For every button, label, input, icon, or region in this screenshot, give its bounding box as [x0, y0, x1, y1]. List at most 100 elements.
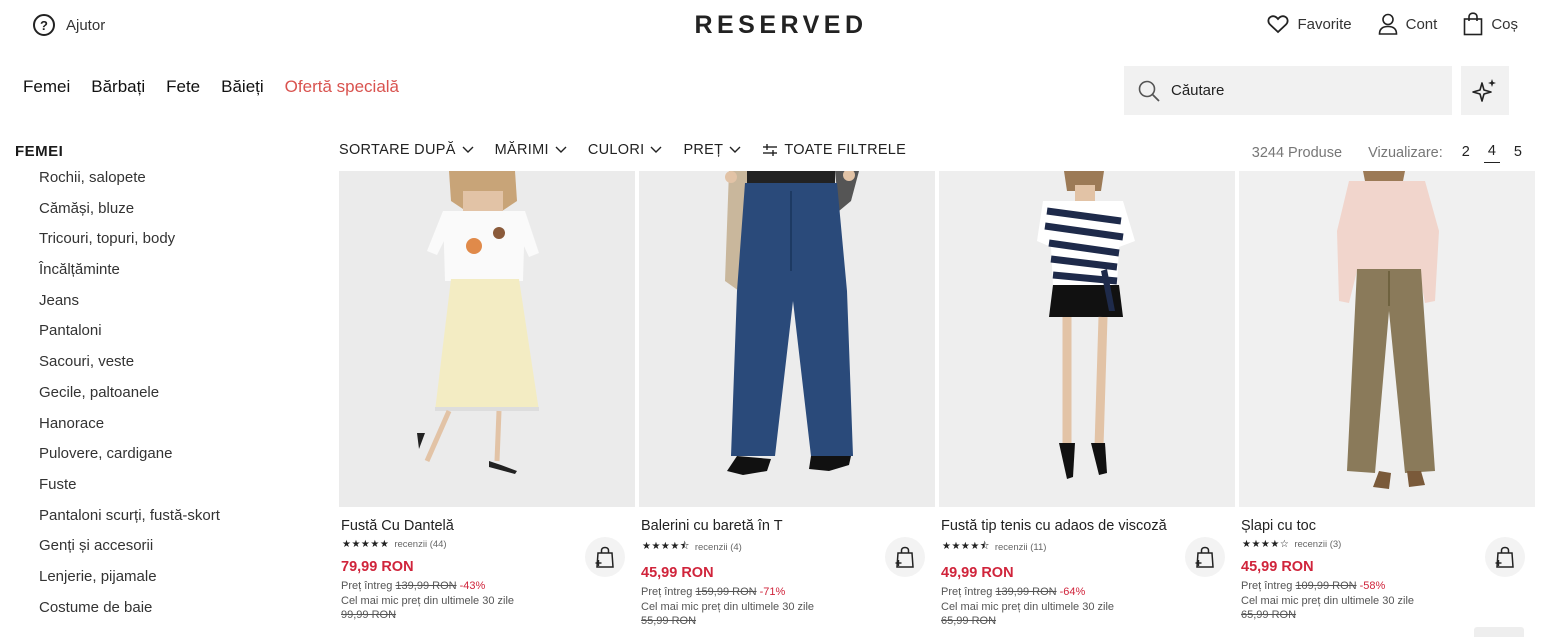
price-label: PREȚ: [683, 142, 724, 158]
listing-stats: 3244 Produse Vizualizare: 2 4 5: [1252, 143, 1529, 163]
product-image[interactable]: [1239, 171, 1535, 507]
review-count[interactable]: recenzii (11): [995, 542, 1047, 553]
full-price-label: Preț întreg: [1241, 580, 1293, 592]
product-image[interactable]: [939, 171, 1235, 507]
top-bar: ? Ajutor RESERVED Favorite Cont Coș: [0, 0, 1550, 52]
add-to-bag-icon: [1495, 546, 1514, 568]
sidebar-item[interactable]: Sacouri, veste: [15, 352, 315, 383]
full-price-line: Preț întreg 159,99 RON -71%: [641, 586, 935, 598]
nav-item-femei[interactable]: Femei: [23, 77, 70, 97]
lowest-price-label: Cel mai mic preț din ultimele 30 zile: [341, 595, 515, 607]
product-name[interactable]: Fustă tip tenis cu adaos de viscoză: [941, 518, 1235, 536]
product-count: 3244 Produse: [1251, 145, 1343, 161]
account-link[interactable]: Cont: [1378, 13, 1437, 35]
ai-search-button[interactable]: [1461, 66, 1509, 115]
add-to-cart-button[interactable]: [1485, 537, 1525, 577]
sidebar-item[interactable]: Pantaloni: [15, 321, 315, 352]
sidebar-item[interactable]: Hanorace: [15, 414, 315, 445]
product-name[interactable]: Șlapi cu toc: [1241, 518, 1535, 536]
nav-item-barbati[interactable]: Bărbați: [91, 77, 145, 97]
sidebar-item[interactable]: Cămăși, bluze: [15, 199, 315, 230]
product-name[interactable]: Balerini cu baretă în T: [641, 518, 935, 536]
product-card[interactable]: Fustă tip tenis cu adaos de viscoză ★★★★…: [939, 171, 1235, 627]
sidebar-item[interactable]: Genți și accesorii: [15, 536, 315, 567]
full-price: 109,99 RON: [1295, 580, 1357, 592]
product-name[interactable]: Fustă Cu Dantelă: [341, 518, 635, 536]
filter-bar: SORTARE DUPĂ MĂRIMI CULORI PREȚ TOATE FI…: [339, 142, 906, 158]
all-filters-button[interactable]: TOATE FILTRELE: [762, 142, 906, 158]
nav-item-baieti[interactable]: Băieți: [221, 77, 264, 97]
review-count[interactable]: recenzii (44): [394, 539, 446, 550]
bag-icon: [1464, 12, 1483, 36]
sidebar-item[interactable]: Pantaloni scurți, fustă-skort: [15, 506, 315, 537]
product-card[interactable]: Șlapi cu toc ★★★★☆ recenzii (3) 45,99 RO…: [1239, 171, 1535, 627]
product-grid: Fustă Cu Dantelă ★★★★★ recenzii (44) 79,…: [339, 171, 1535, 627]
star-rating-icon: ★★★★⯪: [642, 541, 690, 552]
sort-label: SORTARE DUPĂ: [339, 142, 456, 158]
add-to-cart-button[interactable]: [1185, 537, 1225, 577]
lowest-price: 65,99 RON: [941, 615, 997, 627]
sidebar-item[interactable]: Gecile, paltoanele: [15, 383, 315, 414]
star-rating-icon: ★★★★★: [342, 539, 390, 550]
sidebar-item[interactable]: Lenjerie, pijamale: [15, 567, 315, 598]
full-price-line: Preț întreg 139,99 RON -64%: [941, 586, 1235, 598]
sidebar-item[interactable]: Încălțăminte: [15, 260, 315, 291]
view-option-5[interactable]: 5: [1514, 144, 1522, 163]
sidebar-item[interactable]: Rochii, salopete: [15, 168, 315, 199]
product-card[interactable]: Balerini cu baretă în T ★★★★⯪ recenzii (…: [639, 171, 935, 627]
view-option-2[interactable]: 2: [1462, 144, 1470, 163]
sidebar-item[interactable]: Pulovere, cardigane: [15, 444, 315, 475]
colors-dropdown[interactable]: CULORI: [588, 142, 663, 158]
sort-dropdown[interactable]: SORTARE DUPĂ: [339, 142, 474, 158]
search-box[interactable]: [1124, 66, 1452, 115]
review-count[interactable]: recenzii (4): [695, 542, 742, 553]
add-to-bag-icon: [895, 546, 914, 568]
product-photo: [639, 171, 935, 507]
review-count[interactable]: recenzii (3): [1294, 539, 1341, 550]
add-to-cart-button[interactable]: [885, 537, 925, 577]
scroll-to-top-button[interactable]: [1474, 627, 1524, 637]
star-rating-icon: ★★★★☆: [1242, 539, 1290, 550]
sidebar-item[interactable]: Jeans: [15, 291, 315, 322]
colors-label: CULORI: [587, 142, 645, 158]
account-actions: Favorite Cont Coș: [1267, 12, 1518, 36]
full-price-label: Preț întreg: [341, 580, 393, 592]
product-photo: [1239, 171, 1535, 507]
star-rating-icon: ★★★★⯪: [942, 541, 990, 552]
category-sidebar: FEMEI Rochii, salopete Cămăși, bluze Tri…: [15, 143, 315, 628]
product-image[interactable]: [339, 171, 635, 507]
product-photo: [339, 171, 635, 507]
chevron-down-icon: [555, 146, 567, 153]
nav-item-fete[interactable]: Fete: [166, 77, 200, 97]
cart-label: Coș: [1491, 15, 1518, 33]
full-price-label: Preț întreg: [641, 586, 693, 598]
full-price: 159,99 RON: [695, 586, 757, 598]
full-price-line: Preț întreg 139,99 RON -43%: [341, 580, 635, 592]
nav-item-special-offer[interactable]: Ofertă specială: [285, 77, 399, 97]
full-price: 139,99 RON: [995, 586, 1057, 598]
lowest-price-label: Cel mai mic preț din ultimele 30 zile: [641, 601, 815, 613]
add-to-bag-icon: [595, 546, 614, 568]
sidebar-item[interactable]: Costume de baie: [15, 598, 315, 629]
view-option-4[interactable]: 4: [1483, 143, 1500, 163]
user-icon: [1378, 13, 1397, 35]
add-to-cart-button[interactable]: [585, 537, 625, 577]
sizes-dropdown[interactable]: MĂRIMI: [495, 142, 567, 158]
lowest-price: 99,99 RON: [341, 609, 397, 621]
chevron-down-icon: [462, 146, 474, 153]
chevron-down-icon: [650, 146, 662, 153]
sidebar-item[interactable]: Tricouri, topuri, body: [15, 229, 315, 260]
search-input[interactable]: [1171, 82, 1431, 99]
product-card[interactable]: Fustă Cu Dantelă ★★★★★ recenzii (44) 79,…: [339, 171, 635, 627]
sliders-icon: [763, 144, 778, 156]
sizes-label: MĂRIMI: [494, 142, 549, 158]
sidebar-item[interactable]: Fuste: [15, 475, 315, 506]
cart-link[interactable]: Coș: [1463, 12, 1518, 36]
product-image[interactable]: [639, 171, 935, 507]
view-label: Vizualizare:: [1368, 145, 1443, 161]
discount-badge: -64%: [1059, 586, 1086, 598]
favorites-label: Favorite: [1297, 15, 1352, 33]
price-dropdown[interactable]: PREȚ: [683, 142, 741, 158]
sidebar-title[interactable]: FEMEI: [15, 143, 315, 160]
favorites-link[interactable]: Favorite: [1267, 14, 1352, 34]
